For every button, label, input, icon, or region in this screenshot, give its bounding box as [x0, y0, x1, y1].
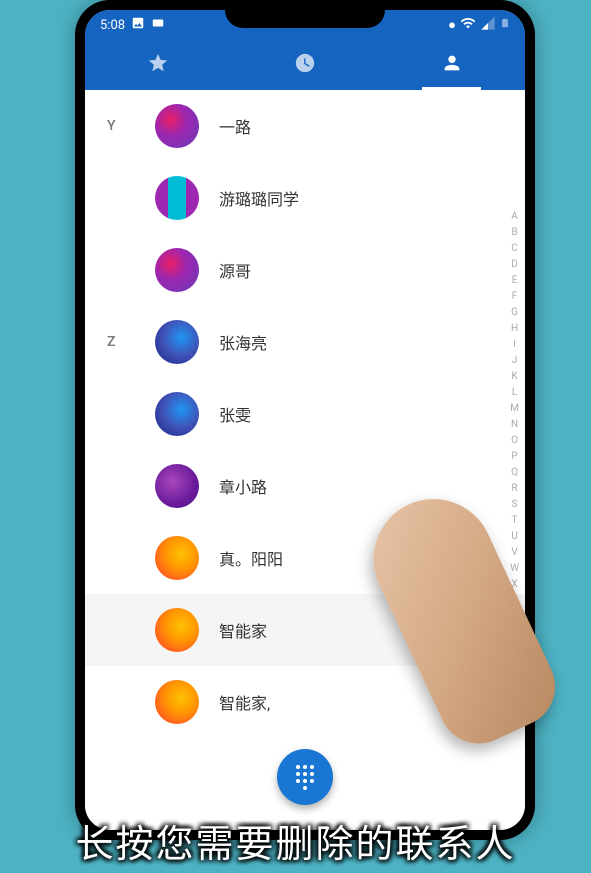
contact-name: 游璐璐同学	[219, 186, 299, 210]
image-icon	[131, 16, 145, 34]
star-icon	[147, 52, 169, 78]
contact-item[interactable]: 源哥	[85, 234, 525, 306]
tabs-bar	[85, 40, 525, 90]
alpha-letter[interactable]: M	[510, 402, 519, 416]
contact-name: 源哥	[219, 258, 251, 282]
avatar	[155, 608, 199, 652]
alpha-letter[interactable]: D	[510, 258, 519, 272]
status-left: 5:08	[100, 16, 165, 34]
alpha-letter[interactable]: T	[510, 514, 519, 528]
contact-name: 智能家	[219, 618, 267, 642]
avatar	[155, 536, 199, 580]
alpha-letter[interactable]: V	[510, 546, 519, 560]
contact-name: 真。阳阳	[219, 546, 283, 570]
alpha-letter[interactable]: W	[510, 562, 519, 576]
contact-name: 张海亮	[219, 330, 267, 354]
alpha-letter[interactable]: S	[510, 498, 519, 512]
alpha-letter[interactable]: K	[510, 370, 519, 384]
alpha-letter[interactable]: N	[510, 418, 519, 432]
alpha-letter[interactable]: G	[510, 306, 519, 320]
alpha-index[interactable]: A B C D E F G H I J K L M N O P Q R S T	[510, 210, 519, 624]
wifi-icon	[460, 15, 476, 35]
avatar	[155, 392, 199, 436]
tab-contacts[interactable]	[378, 40, 525, 90]
contact-name: 章小路	[219, 474, 267, 498]
avatar	[155, 680, 199, 724]
alpha-letter[interactable]: C	[510, 242, 519, 256]
person-icon	[441, 52, 463, 78]
dialpad-button[interactable]	[277, 749, 333, 805]
signal-icon	[480, 15, 496, 35]
circle-icon: ●	[448, 17, 456, 33]
alpha-letter[interactable]: O	[510, 434, 519, 448]
alpha-letter[interactable]: R	[510, 482, 519, 496]
avatar	[155, 248, 199, 292]
notch	[225, 0, 385, 28]
contact-item[interactable]: 一路	[85, 90, 525, 162]
avatar	[155, 104, 199, 148]
alpha-letter[interactable]: E	[510, 274, 519, 288]
contact-item[interactable]: 游璐璐同学	[85, 162, 525, 234]
alpha-letter[interactable]: P	[510, 450, 519, 464]
battery-icon	[500, 15, 510, 35]
contact-name: 张雯	[219, 402, 251, 426]
alpha-letter[interactable]: Q	[510, 466, 519, 480]
alpha-letter[interactable]: I	[510, 338, 519, 352]
subtitle-caption: 长按您需要删除的联系人	[0, 813, 591, 868]
alpha-letter[interactable]: F	[510, 290, 519, 304]
status-right: ●	[448, 15, 510, 35]
alpha-letter[interactable]: H	[510, 322, 519, 336]
dialpad-icon	[296, 765, 314, 790]
alpha-letter[interactable]: U	[510, 530, 519, 544]
card-icon	[151, 16, 165, 34]
avatar	[155, 176, 199, 220]
avatar	[155, 464, 199, 508]
alpha-letter[interactable]: L	[510, 386, 519, 400]
contact-item[interactable]: 张雯	[85, 378, 525, 450]
avatar	[155, 320, 199, 364]
contact-item[interactable]: 张海亮	[85, 306, 525, 378]
alpha-letter[interactable]: J	[510, 354, 519, 368]
clock-icon	[294, 52, 316, 78]
contact-name: 一路	[219, 114, 251, 138]
alpha-letter[interactable]: B	[510, 226, 519, 240]
tab-recents[interactable]	[232, 40, 379, 90]
alpha-letter[interactable]: A	[510, 210, 519, 224]
tab-favorites[interactable]	[85, 40, 232, 90]
section-y: Y 一路 游璐璐同学 源哥	[85, 90, 525, 306]
status-time: 5:08	[100, 18, 125, 33]
contact-name: 智能家,	[219, 690, 270, 714]
